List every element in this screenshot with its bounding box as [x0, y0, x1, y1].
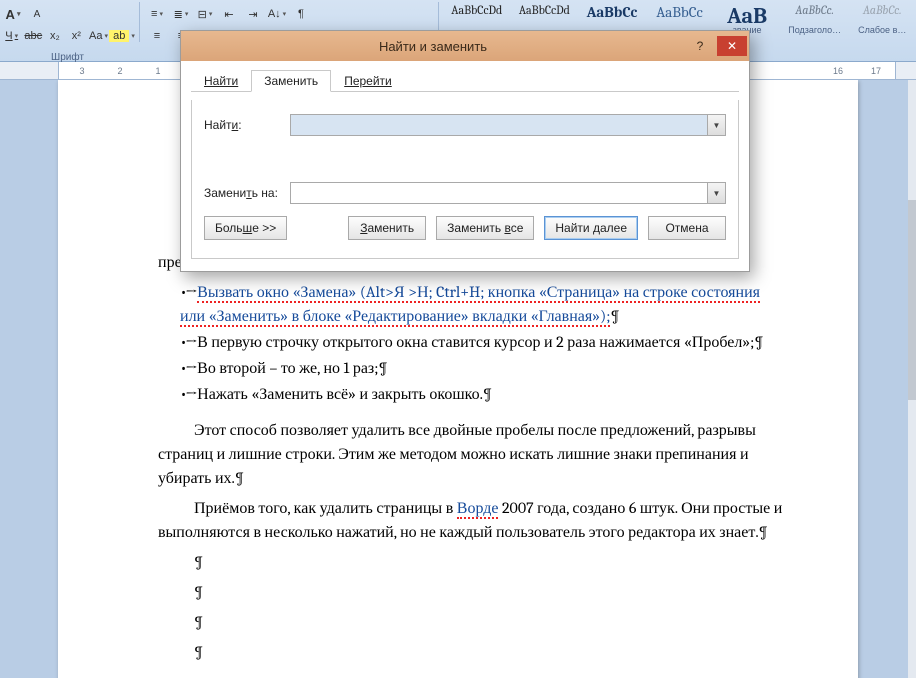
underline-button[interactable]: Ч [2, 26, 21, 46]
font-grow-button[interactable]: A [2, 4, 24, 24]
scroll-thumb[interactable] [908, 200, 916, 400]
font-shrink-button[interactable]: A [26, 4, 48, 24]
dropdown-icon[interactable]: ▼ [707, 183, 725, 203]
empty-paragraph: ¶ [158, 580, 788, 604]
pilcrow-mark: ¶ [483, 385, 492, 403]
numbering-button[interactable]: ≣ [170, 4, 192, 24]
dialog-titlebar[interactable]: Найти и заменить ? ✕ [181, 31, 749, 61]
ruler-num: 16 [819, 66, 857, 76]
pilcrow-mark: ¶ [759, 523, 768, 541]
cancel-button[interactable]: Отмена [648, 216, 726, 240]
list-item: В первую строчку открытого окна ставится… [180, 330, 788, 354]
tab-panel-replace: Найти: ▼ Заменить на: ▼ Больше >> Замени… [191, 100, 739, 259]
style-card[interactable]: AaBbCc.Слабое в… [848, 0, 916, 46]
pilcrow-mark: ¶ [754, 333, 763, 351]
ruler-num: 2 [101, 66, 139, 76]
pilcrow-mark: ¶ [378, 359, 387, 377]
ruler-num: 3 [63, 66, 101, 76]
replace-input[interactable] [291, 183, 707, 203]
replace-all-button[interactable]: Заменить все [436, 216, 534, 240]
indent-button[interactable]: ⇥ [242, 4, 264, 24]
superscript-button[interactable]: x² [67, 26, 86, 46]
list-item: Вызвать окно «Замена» (Alt>Я >Н; Ctrl+H;… [180, 280, 788, 328]
list-item: Во второй – то же, но 1 раз;¶ [180, 356, 788, 380]
change-case-button[interactable]: Aa [88, 26, 109, 46]
ruler-num: 17 [857, 66, 895, 76]
font-group: A A Ч abc x₂ x² Aa ab Шрифт [0, 0, 135, 63]
style-preview: AaBbCcDd [514, 3, 576, 25]
empty-paragraph: ¶ [158, 640, 788, 664]
tab-replace[interactable]: Заменить [251, 70, 331, 92]
more-button[interactable]: Больше >> [204, 216, 287, 240]
style-preview: AaBbCcDd [446, 3, 508, 25]
style-preview: AaBbCc [581, 3, 643, 25]
highlight-button[interactable]: ab [111, 26, 133, 46]
dialog-title: Найти и заменить [181, 39, 685, 54]
style-preview: AaBbCc. [851, 3, 913, 25]
dialog-tabs: Найти Заменить Перейти [191, 69, 739, 92]
dialog-body: Найти Заменить Перейти Найти: ▼ Заменить… [181, 61, 749, 271]
pilcrow-mark: ¶ [610, 307, 619, 325]
find-next-button[interactable]: Найти далее [544, 216, 638, 240]
bullets-button[interactable]: ≡ [146, 4, 168, 24]
multilevel-button[interactable]: ⊟ [194, 4, 216, 24]
close-button[interactable]: ✕ [717, 36, 747, 56]
empty-paragraph: ¶ [158, 550, 788, 574]
find-replace-dialog: Найти и заменить ? ✕ Найти Заменить Пере… [180, 30, 750, 272]
style-preview: AaB [716, 3, 778, 25]
hyperlink[interactable]: Ворде [457, 499, 499, 519]
pilcrow-mark: ¶ [235, 469, 244, 487]
outdent-button[interactable]: ⇤ [218, 4, 240, 24]
find-input[interactable] [291, 115, 707, 135]
vertical-scrollbar[interactable] [908, 80, 916, 678]
find-input-combo[interactable]: ▼ [290, 114, 726, 136]
font-group-label: Шрифт [2, 48, 133, 63]
empty-paragraph: ¶ [158, 610, 788, 634]
style-card[interactable]: AaBbCc.Подзаголо… [781, 0, 849, 46]
hyperlink[interactable]: или «Заменить» в блоке «Редактирование» … [180, 307, 610, 327]
style-label: Слабое в… [851, 25, 913, 35]
replace-button[interactable]: Заменить [348, 216, 426, 240]
strike-button[interactable]: abc [23, 26, 43, 46]
body-paragraph: Этот способ позволяет удалить все двойны… [158, 418, 788, 490]
replace-label: Заменить на: [204, 186, 290, 200]
align-left-button[interactable]: ≡ [146, 26, 168, 46]
dropdown-icon[interactable]: ▼ [707, 115, 725, 135]
replace-input-combo[interactable]: ▼ [290, 182, 726, 204]
style-preview: AaBbCc [649, 3, 711, 25]
show-marks-button[interactable]: ¶ [290, 4, 312, 24]
tab-goto[interactable]: Перейти [331, 70, 405, 92]
list-item: Нажать «Заменить всё» и закрыть окошко.¶ [180, 382, 788, 406]
bullet-list: Вызвать окно «Замена» (Alt>Я >Н; Ctrl+H;… [158, 280, 788, 406]
subscript-button[interactable]: x₂ [45, 26, 64, 46]
find-label: Найти: [204, 118, 290, 132]
sort-button[interactable]: A↓ [266, 4, 288, 24]
highlight-glyph: ab [109, 30, 129, 42]
style-preview: AaBbCc. [784, 3, 846, 25]
style-label: Подзаголо… [784, 25, 846, 35]
group-separator [139, 2, 140, 42]
help-button[interactable]: ? [685, 36, 715, 56]
ruler-num: 1 [139, 66, 177, 76]
body-paragraph: Приёмов того, как удалить страницы в Вор… [158, 496, 788, 544]
hyperlink[interactable]: Вызвать окно «Замена» (Alt>Я >Н; Ctrl+H;… [197, 283, 760, 303]
tab-find[interactable]: Найти [191, 70, 251, 92]
